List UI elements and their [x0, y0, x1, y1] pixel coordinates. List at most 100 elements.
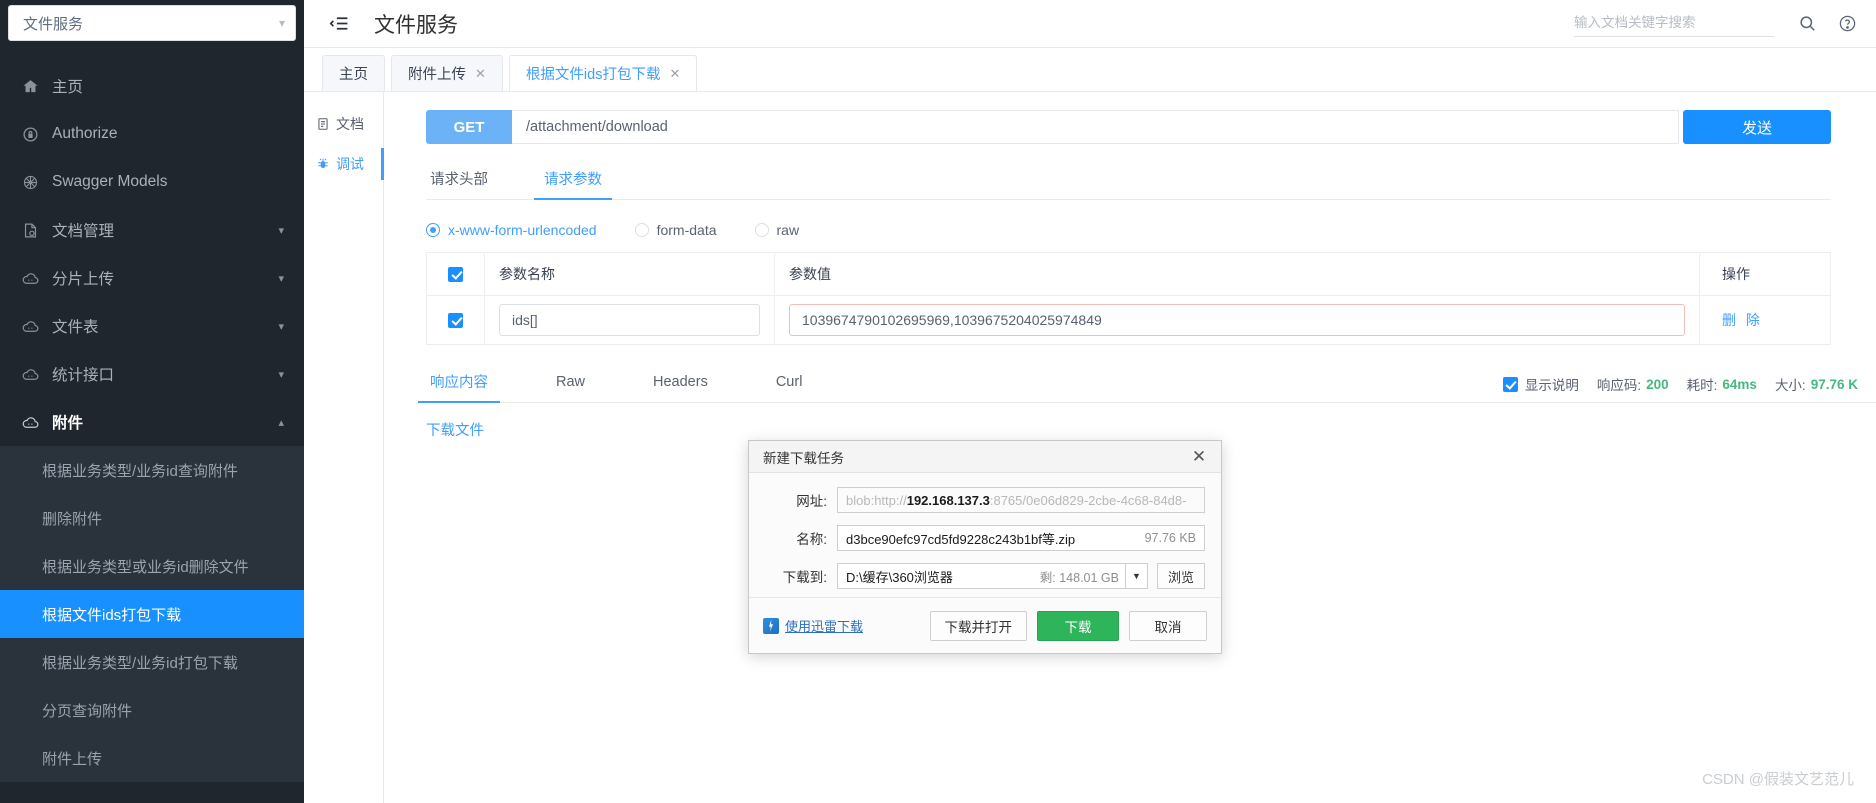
dialog-url-row: 网址: blob:http://192.168.137.3:8765/0e06d… — [765, 487, 1205, 513]
response-tab-label: 响应内容 — [430, 375, 488, 391]
download-file-link[interactable]: 下载文件 — [426, 423, 484, 439]
dialog-url-label: 网址: — [796, 494, 827, 509]
response-tab-headers[interactable]: Headers — [649, 374, 712, 400]
response-tab-raw[interactable]: Raw — [552, 374, 589, 400]
page-title: 文件服务 — [374, 13, 458, 37]
close-icon[interactable]: ✕ — [1185, 445, 1213, 469]
request-tabs: 请求头部 请求参数 — [426, 168, 1831, 200]
response-body: 下载文件 — [426, 419, 1876, 440]
request-tab-params[interactable]: 请求参数 — [534, 168, 612, 200]
elapsed-time-key: 耗时: — [1686, 378, 1718, 393]
sidebar-item-chunk-upload[interactable]: 分片上传 ▾ — [0, 254, 304, 302]
sidebar-subitem-download-by-biz[interactable]: 根据业务类型/业务id打包下载 — [0, 638, 304, 686]
sidebar-item-label: 文档管理 — [52, 223, 115, 240]
dialog-buttons: 下载并打开 下载 取消 — [920, 610, 1207, 641]
tab-attachment-upload[interactable]: 附件上传 ✕ — [391, 55, 503, 91]
dialog-footer: 使用迅雷下载 下载并打开 下载 取消 — [749, 597, 1221, 653]
dialog-path-field[interactable]: D:\缓存\360浏览器 剩: 148.01 GB — [837, 563, 1126, 589]
radio-dot-icon — [754, 223, 769, 237]
sidebar-subitem-label: 根据文件ids打包下载 — [42, 606, 182, 624]
sidebar-item-label: Swagger Models — [52, 173, 168, 190]
response-tab-curl[interactable]: Curl — [772, 374, 807, 400]
project-select[interactable]: 文件服务 ▾ — [8, 5, 296, 41]
free-space-value: 剩: 148.01 GB — [1039, 570, 1119, 585]
response-tab-label: Raw — [556, 373, 586, 390]
select-all-cell[interactable] — [427, 253, 485, 295]
send-button[interactable]: 发送 — [1683, 110, 1831, 144]
doc-nav-item-debug[interactable]: 调试 — [304, 144, 384, 184]
chevron-down-icon: ▾ — [278, 320, 284, 333]
sidebar-item-attachment[interactable]: 附件 ▴ — [0, 398, 304, 446]
doc-nav-label: 文档 — [336, 116, 364, 132]
close-icon[interactable]: ✕ — [475, 66, 486, 82]
dialog-body: 网址: blob:http://192.168.137.3:8765/0e06d… — [749, 473, 1221, 589]
sidebar-item-swagger-models[interactable]: Swagger Models — [0, 158, 304, 206]
model-icon — [18, 174, 42, 191]
doc-nav-item-document[interactable]: 文档 — [304, 104, 383, 144]
cancel-button[interactable]: 取消 — [1129, 610, 1207, 641]
column-header-op: 操作 — [1722, 266, 1750, 282]
browse-button[interactable]: 浏览 — [1157, 563, 1205, 589]
help-circle-icon[interactable] — [1832, 9, 1862, 39]
sidebar-item-label: 附件 — [52, 415, 84, 432]
sidebar-item-label: 统计接口 — [52, 367, 115, 384]
top-bar-right — [1574, 9, 1876, 39]
top-bar: 文件服务 — [304, 0, 1876, 48]
dialog-name-field[interactable]: d3bce90efc97cd5fd9228c243b1bf等.zip 97.76… — [837, 525, 1205, 551]
download-button[interactable]: 下载 — [1037, 610, 1119, 641]
dialog-url-field[interactable]: blob:http://192.168.137.3:8765/0e06d829-… — [837, 487, 1205, 513]
sidebar-item-doc-manage[interactable]: 文档管理 ▾ — [0, 206, 304, 254]
thunder-download-link[interactable]: 使用迅雷下载 — [763, 616, 863, 635]
search-icon[interactable] — [1792, 9, 1822, 39]
cloud-icon — [18, 413, 42, 432]
request-tab-headers[interactable]: 请求头部 — [426, 168, 492, 199]
chevron-down-icon: ▾ — [278, 368, 284, 381]
sidebar-subitem-page-query[interactable]: 分页查询附件 — [0, 686, 304, 734]
sidebar-item-authorize[interactable]: Authorize — [0, 110, 304, 158]
request-url-input[interactable]: /attachment/download — [512, 110, 1679, 144]
row-select-cell[interactable] — [427, 296, 485, 344]
param-value-input[interactable] — [789, 304, 1685, 336]
checkbox-checked-icon[interactable] — [448, 312, 463, 328]
response-tab-content[interactable]: 响应内容 — [418, 371, 500, 403]
status-code-value: 200 — [1646, 376, 1669, 392]
thunder-icon — [763, 617, 779, 634]
tab-download-by-ids[interactable]: 根据文件ids打包下载 ✕ — [508, 55, 698, 91]
sidebar-subnav: 根据业务类型/业务id查询附件 删除附件 根据业务类型或业务id删除文件 根据文… — [0, 446, 304, 782]
http-method-badge[interactable]: GET — [426, 110, 512, 144]
sidebar-subitem-upload[interactable]: 附件上传 — [0, 734, 304, 782]
show-description-checkbox[interactable] — [1502, 376, 1518, 392]
sidebar-subitem-label: 附件上传 — [42, 750, 103, 768]
close-icon[interactable]: ✕ — [669, 66, 680, 82]
params-table-header: 参数名称 参数值 操作 — [427, 253, 1830, 296]
sidebar-item-stats-api[interactable]: 统计接口 ▾ — [0, 350, 304, 398]
checkbox-checked-icon[interactable] — [448, 266, 463, 282]
search-input[interactable] — [1574, 10, 1774, 36]
request-tab-label: 请求参数 — [544, 172, 602, 188]
delete-param-button[interactable]: 删 除 — [1722, 310, 1763, 330]
radio-x-www-form-urlencoded[interactable]: x-www-form-urlencoded — [426, 222, 597, 238]
sidebar: 文件服务 ▾ 主页 Authorize Swagger Models 文档管理 … — [0, 0, 304, 803]
tab-home[interactable]: 主页 — [322, 55, 385, 91]
sidebar-subitem-delete-attachment[interactable]: 删除附件 — [0, 494, 304, 542]
download-and-open-button[interactable]: 下载并打开 — [929, 610, 1027, 641]
radio-form-data[interactable]: form-data — [634, 222, 717, 238]
menu-collapse-icon[interactable] — [326, 11, 352, 37]
chevron-down-icon[interactable]: ▼ — [1126, 563, 1148, 589]
sidebar-subitem-label: 删除附件 — [42, 510, 103, 528]
radio-raw[interactable]: raw — [754, 222, 800, 238]
sidebar-subitem-delete-by-biz[interactable]: 根据业务类型或业务id删除文件 — [0, 542, 304, 590]
document-icon — [316, 117, 330, 131]
param-value-cell — [775, 296, 1700, 344]
cloud-icon — [18, 269, 42, 288]
sidebar-subitem-query-by-biz[interactable]: 根据业务类型/业务id查询附件 — [0, 446, 304, 494]
radio-label: raw — [776, 222, 800, 238]
search-wrapper — [1574, 10, 1774, 37]
params-table: 参数名称 参数值 操作 删 除 — [426, 252, 1831, 345]
file-name-value: d3bce90efc97cd5fd9228c243b1bf等.zip — [846, 531, 1076, 547]
param-name-input[interactable] — [499, 304, 760, 336]
sidebar-item-home[interactable]: 主页 — [0, 62, 304, 110]
sidebar-subitem-download-by-ids[interactable]: 根据文件ids打包下载 — [0, 590, 304, 638]
thunder-label: 使用迅雷下载 — [785, 619, 864, 634]
sidebar-item-file-table[interactable]: 文件表 ▾ — [0, 302, 304, 350]
